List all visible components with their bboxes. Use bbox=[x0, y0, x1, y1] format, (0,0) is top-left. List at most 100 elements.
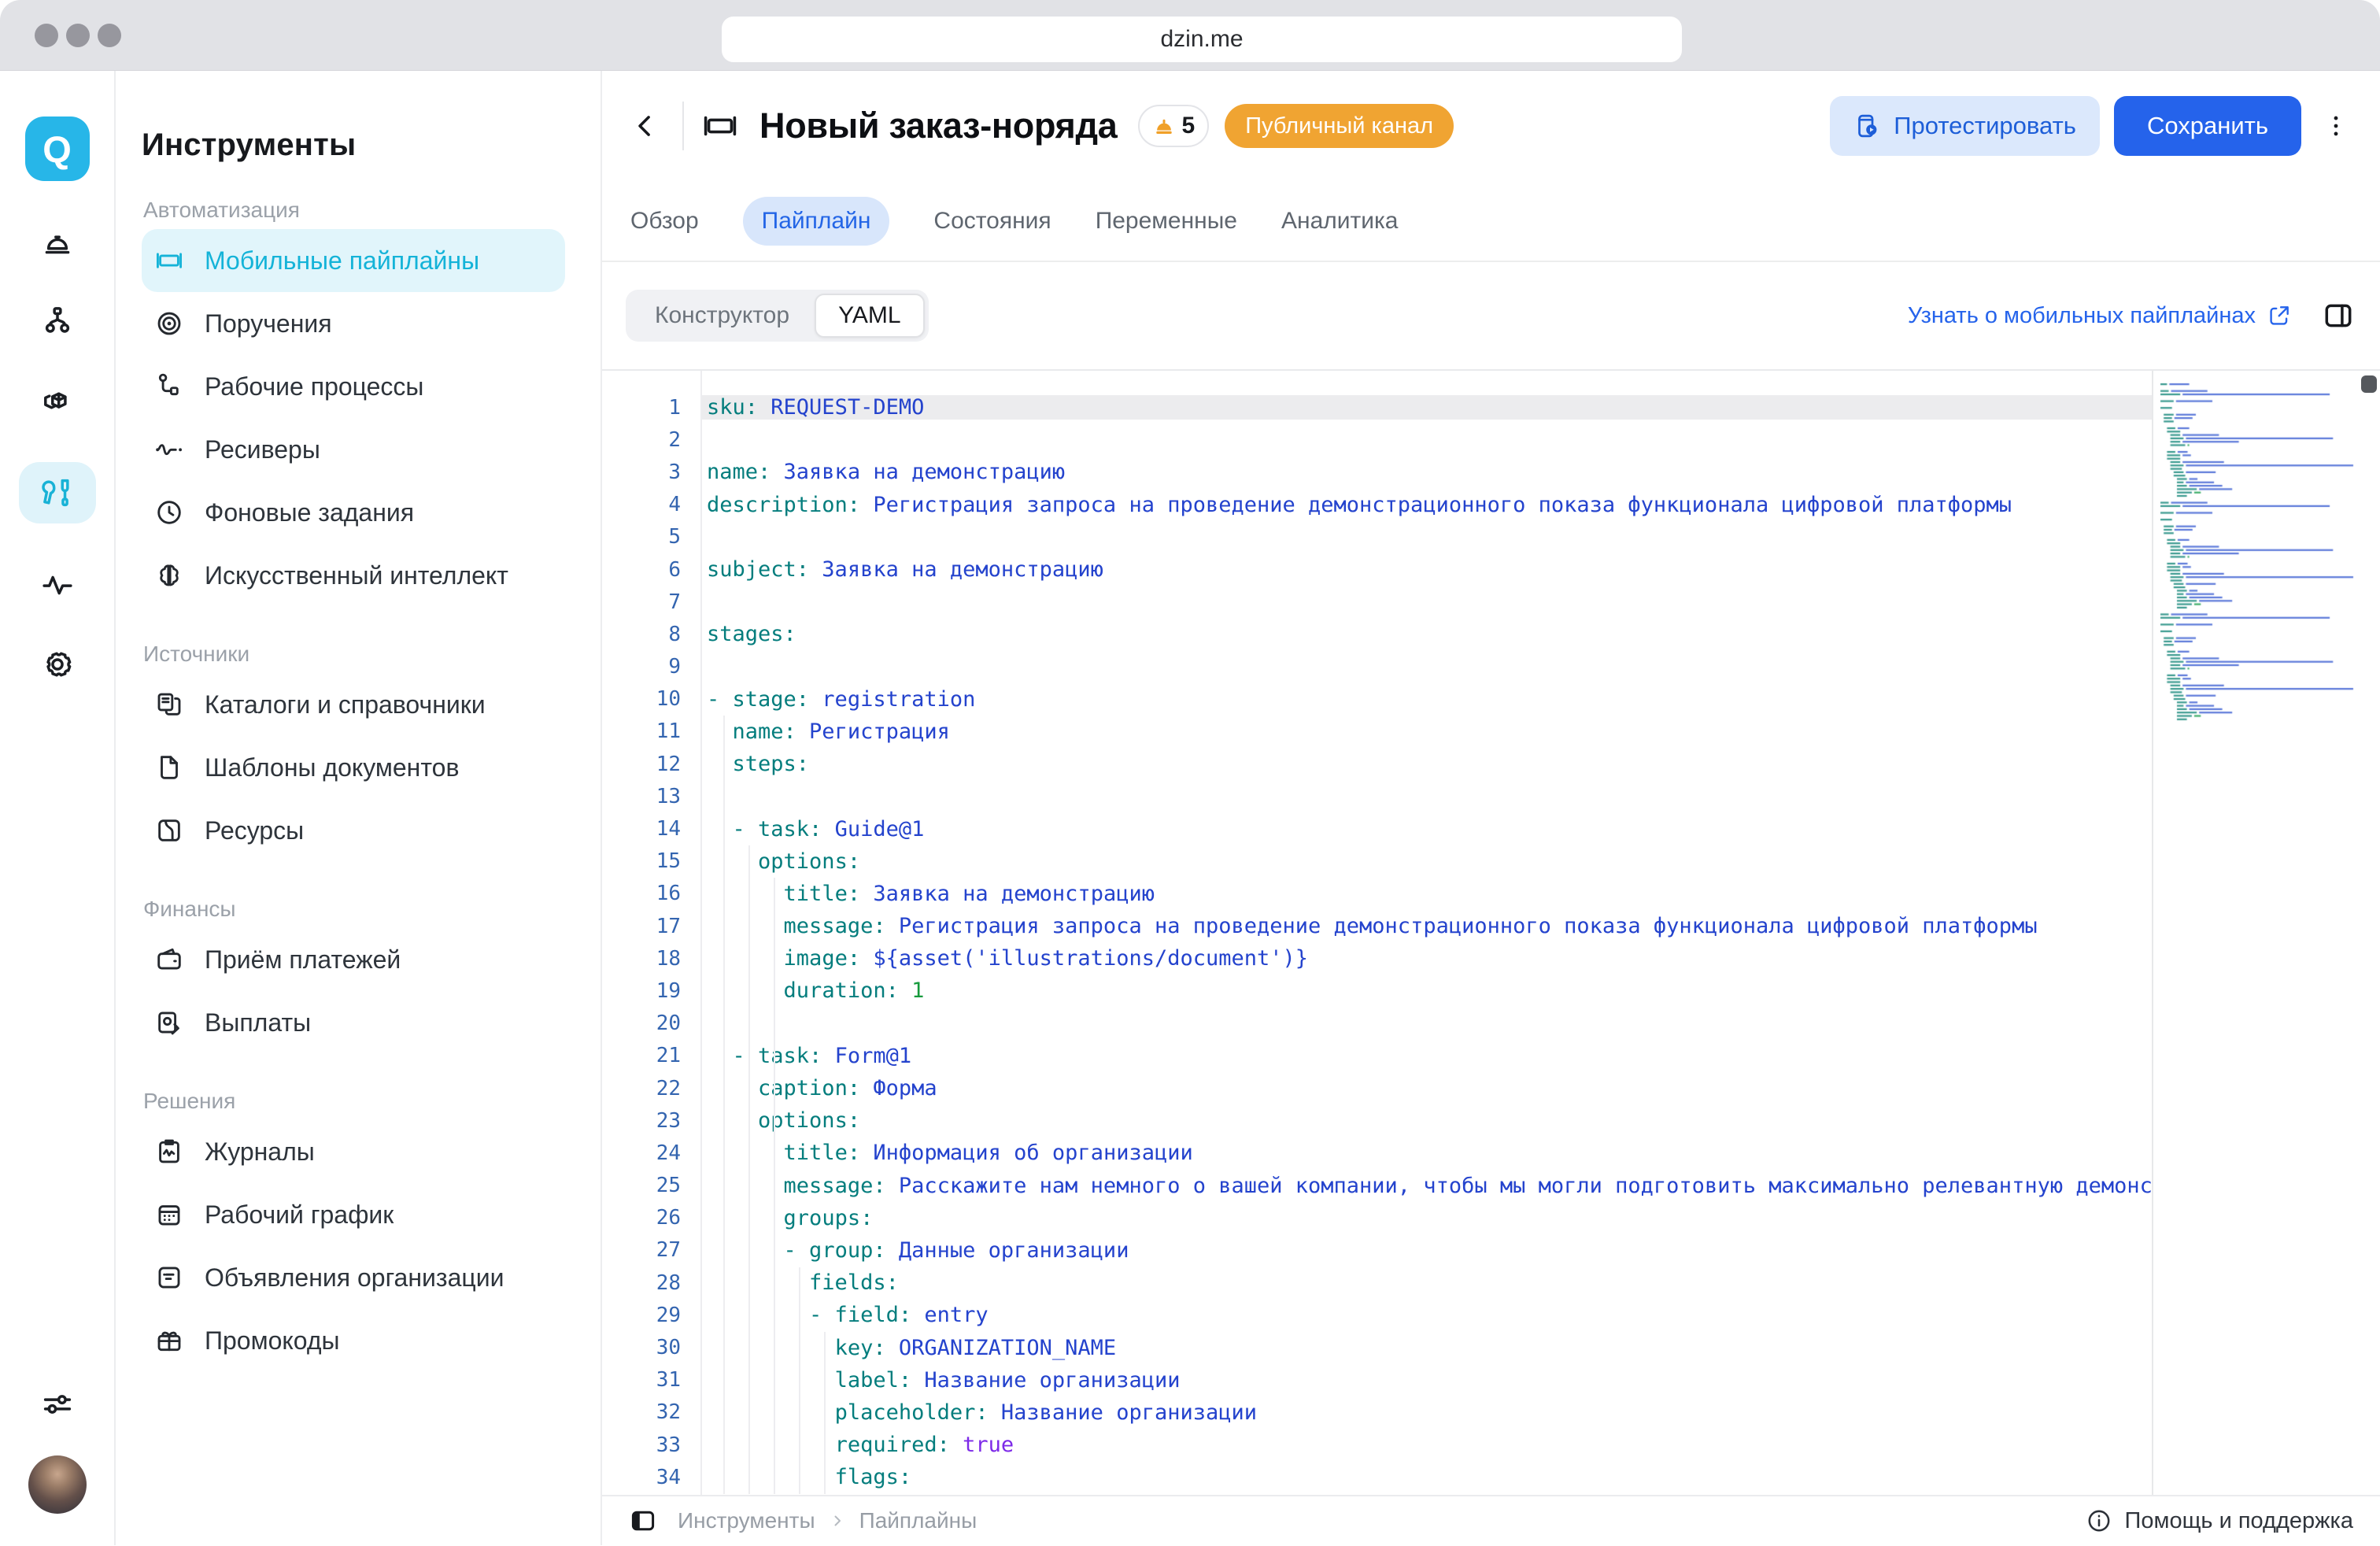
code-line[interactable]: 34 flags: bbox=[602, 1461, 2380, 1493]
packages-icon[interactable] bbox=[39, 383, 76, 419]
code-line[interactable]: 31 label: Название организации bbox=[602, 1364, 2380, 1396]
code-line[interactable]: 16 title: Заявка на демонстрацию bbox=[602, 878, 2380, 910]
code-line[interactable]: 15 options: bbox=[602, 845, 2380, 878]
code-line[interactable]: 5 bbox=[602, 521, 2380, 553]
panel-toggle-icon[interactable] bbox=[2322, 299, 2355, 332]
code-line[interactable]: 9 bbox=[602, 651, 2380, 683]
code-line[interactable]: 30 key: ORGANIZATION_NAME bbox=[602, 1331, 2380, 1363]
save-button[interactable]: Сохранить bbox=[2114, 96, 2301, 156]
segment-конструктор[interactable]: Конструктор bbox=[630, 294, 815, 338]
sidebar-item-label: Объявления организации bbox=[205, 1263, 504, 1293]
code-line[interactable]: 3name: Заявка на демонстрацию bbox=[602, 456, 2380, 488]
code-line[interactable]: 25 message: Расскажите нам немного о ваш… bbox=[602, 1170, 2380, 1202]
docs-link[interactable]: Узнать о мобильных пайплайнах bbox=[1908, 303, 2256, 329]
sidebar-item-label: Ресиверы bbox=[205, 435, 320, 464]
pulse-icon[interactable] bbox=[39, 567, 76, 603]
window-controls[interactable] bbox=[35, 24, 121, 47]
code-line[interactable]: 10- stage: registration bbox=[602, 683, 2380, 716]
address-bar[interactable]: dzin.me bbox=[722, 17, 1682, 62]
code-line[interactable]: 20 bbox=[602, 1008, 2380, 1040]
tab-3[interactable]: Состояния bbox=[933, 208, 1051, 235]
user-avatar[interactable] bbox=[28, 1455, 87, 1514]
tab-1[interactable]: Обзор bbox=[630, 208, 699, 235]
code-line[interactable]: 6subject: Заявка на демонстрацию bbox=[602, 553, 2380, 586]
code-line[interactable]: 24 title: Информация об организации bbox=[602, 1137, 2380, 1169]
sidebar-item[interactable]: Журналы bbox=[142, 1120, 565, 1183]
code-line[interactable]: 17 message: Регистрация запроса на прове… bbox=[602, 910, 2380, 942]
code-line[interactable]: 29 - field: entry bbox=[602, 1299, 2380, 1331]
tab-4[interactable]: Переменные bbox=[1096, 208, 1237, 235]
sidebar-item[interactable]: Объявления организации bbox=[142, 1246, 565, 1309]
sidebar-section-label: Решения bbox=[143, 1089, 565, 1114]
test-button[interactable]: Протестировать bbox=[1830, 96, 2100, 156]
sidebar-item[interactable]: Промокоды bbox=[142, 1309, 565, 1372]
breadcrumb-item[interactable]: Пайплайны bbox=[859, 1508, 978, 1533]
concierge-bell-icon[interactable] bbox=[39, 224, 76, 260]
window-minimize-button[interactable] bbox=[66, 24, 90, 47]
code-line[interactable]: 12 steps: bbox=[602, 748, 2380, 780]
sidebar-item[interactable]: Шаблоны документов bbox=[142, 736, 565, 799]
editor-minimap[interactable] bbox=[2158, 382, 2358, 722]
line-number: 17 bbox=[602, 915, 700, 938]
line-number: 16 bbox=[602, 882, 700, 905]
gear-icon[interactable] bbox=[39, 646, 76, 682]
window-zoom-button[interactable] bbox=[98, 24, 121, 47]
code-line[interactable]: 33 required: true bbox=[602, 1429, 2380, 1461]
segment-yaml[interactable]: YAML bbox=[815, 294, 924, 338]
back-button[interactable] bbox=[630, 109, 665, 143]
sidebar-item[interactable]: Рабочий график bbox=[142, 1183, 565, 1246]
code-line[interactable]: 26 groups: bbox=[602, 1202, 2380, 1234]
code-line[interactable]: 7 bbox=[602, 586, 2380, 618]
code-line[interactable]: 11 name: Регистрация bbox=[602, 716, 2380, 748]
rail-item-active[interactable] bbox=[19, 462, 96, 523]
bell-count-badge[interactable]: 5 bbox=[1138, 105, 1210, 147]
code-line[interactable]: 22 caption: Форма bbox=[602, 1072, 2380, 1104]
sidebar-item[interactable]: Рабочие процессы bbox=[142, 355, 565, 418]
code-line[interactable]: 18 image: ${asset('illustrations/documen… bbox=[602, 942, 2380, 975]
external-link-icon[interactable] bbox=[2267, 303, 2292, 328]
sidebar-item[interactable]: Поручения bbox=[142, 292, 565, 355]
help-link[interactable]: Помощь и поддержка bbox=[2125, 1508, 2353, 1534]
line-number: 23 bbox=[602, 1109, 700, 1133]
sidebar-item[interactable]: Выплаты bbox=[142, 991, 565, 1054]
line-content: duration: 1 bbox=[700, 978, 2152, 1003]
code-line[interactable]: 19 duration: 1 bbox=[602, 975, 2380, 1007]
code-line[interactable]: 4description: Регистрация запроса на про… bbox=[602, 489, 2380, 521]
code-line[interactable]: 32 placeholder: Название организации bbox=[602, 1396, 2380, 1429]
sidebar-item[interactable]: Искусственный интеллект bbox=[142, 544, 565, 607]
line-number: 29 bbox=[602, 1304, 700, 1327]
sidebar-item-label: Журналы bbox=[205, 1137, 315, 1167]
code-line[interactable]: 13 bbox=[602, 780, 2380, 812]
sidebar-toggle-icon[interactable] bbox=[629, 1507, 657, 1535]
sidebar-item-label: Рабочий график bbox=[205, 1200, 394, 1230]
tab-2[interactable]: Пайплайн bbox=[743, 197, 890, 246]
line-number: 9 bbox=[602, 655, 700, 679]
sidebar-item-label: Приём платежей bbox=[205, 945, 401, 975]
more-menu-button[interactable] bbox=[2319, 102, 2353, 150]
editor-scrollbar-thumb[interactable] bbox=[2361, 375, 2377, 393]
breadcrumb-item[interactable]: Инструменты bbox=[678, 1508, 815, 1533]
line-content: message: Регистрация запроса на проведен… bbox=[700, 914, 2152, 938]
code-line[interactable]: 23 options: bbox=[602, 1104, 2380, 1137]
code-line[interactable]: 14 - task: Guide@1 bbox=[602, 812, 2380, 845]
tab-5[interactable]: Аналитика bbox=[1281, 208, 1399, 235]
window-close-button[interactable] bbox=[35, 24, 58, 47]
sidebar-item[interactable]: Ресиверы bbox=[142, 418, 565, 481]
code-line[interactable]: 21 - task: Form@1 bbox=[602, 1040, 2380, 1072]
sidebar-item[interactable]: Каталоги и справочники bbox=[142, 673, 565, 736]
hierarchy-icon[interactable] bbox=[39, 303, 76, 339]
code-line[interactable]: 8stages: bbox=[602, 618, 2380, 650]
code-line[interactable]: 27 - group: Данные организации bbox=[602, 1234, 2380, 1267]
sidebar-item[interactable]: Ресурсы bbox=[142, 799, 565, 862]
code-line[interactable]: 1sku: REQUEST-DEMO bbox=[602, 391, 2380, 423]
line-number: 24 bbox=[602, 1141, 700, 1165]
code-line[interactable]: 28 fields: bbox=[602, 1267, 2380, 1299]
app-logo[interactable]: Q bbox=[25, 117, 90, 181]
yaml-editor[interactable]: 1sku: REQUEST-DEMO23name: Заявка на демо… bbox=[602, 371, 2380, 1495]
code-line[interactable]: 2 bbox=[602, 423, 2380, 456]
sidebar-item[interactable]: Мобильные пайплайны bbox=[142, 229, 565, 292]
line-number: 31 bbox=[602, 1368, 700, 1392]
sliders-icon[interactable] bbox=[39, 1386, 76, 1422]
sidebar-item[interactable]: Приём платежей bbox=[142, 928, 565, 991]
sidebar-item[interactable]: Фоновые задания bbox=[142, 481, 565, 544]
